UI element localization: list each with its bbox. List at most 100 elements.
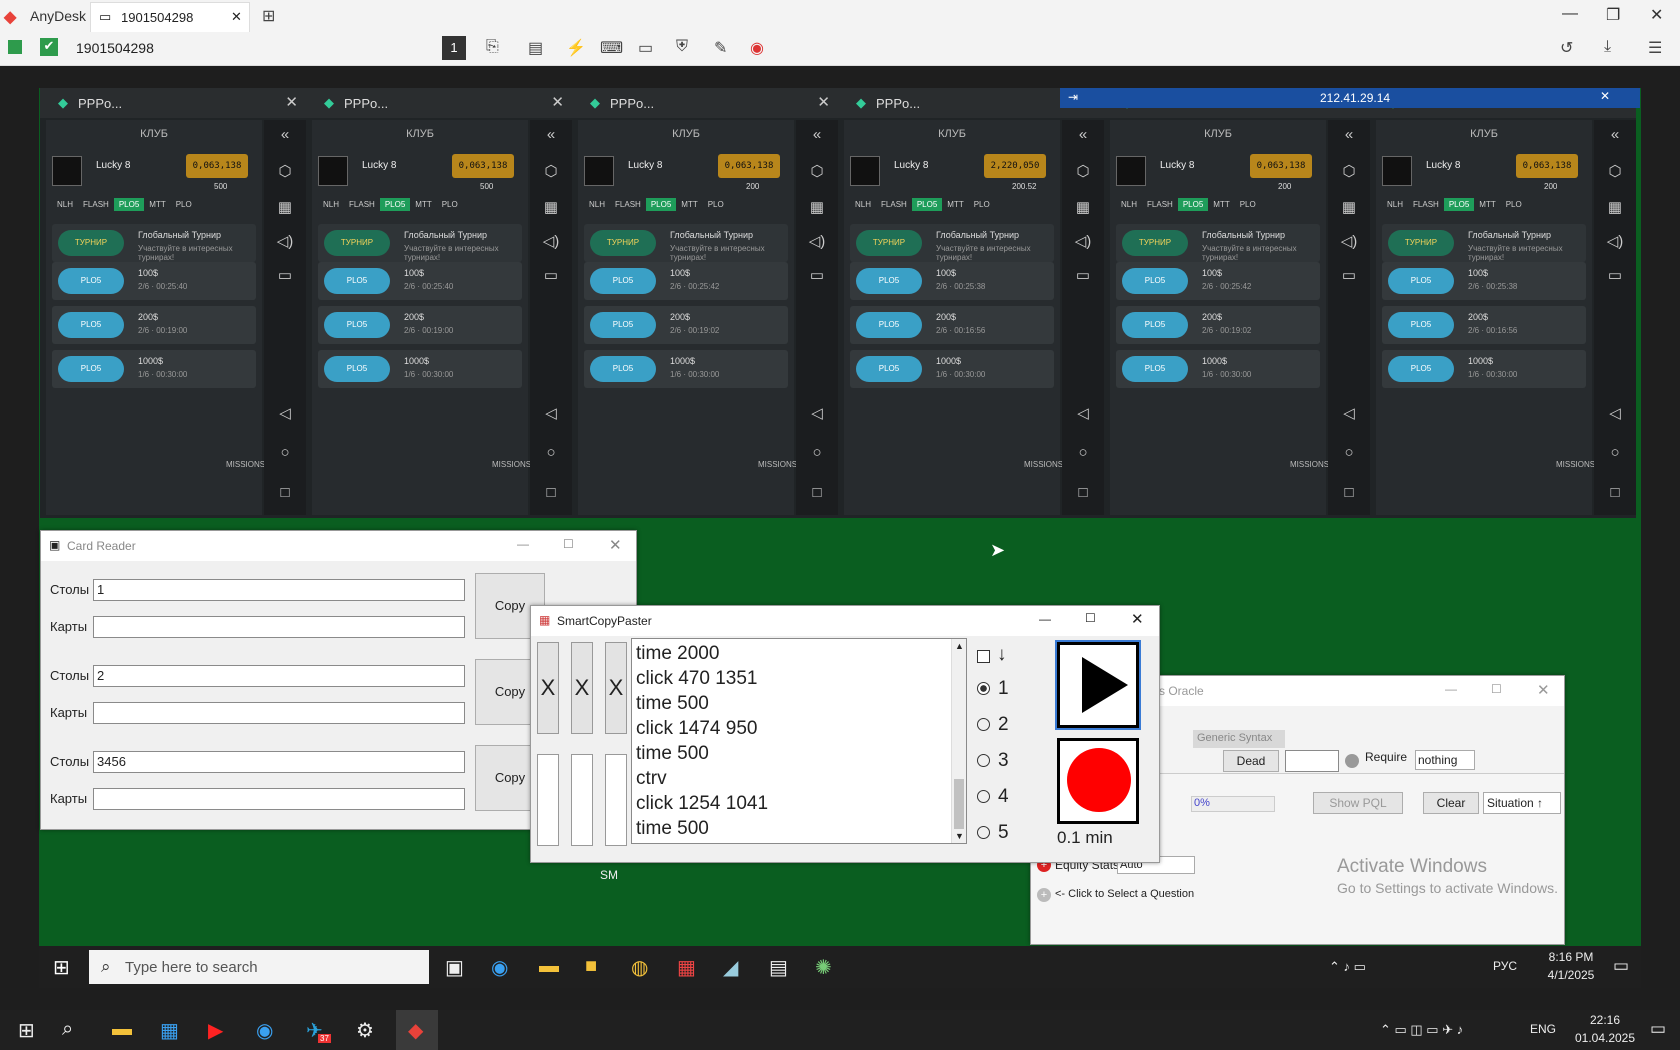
windows-start-icon[interactable]: ⊞ (18, 1018, 35, 1043)
x-button-1[interactable]: X (537, 642, 559, 734)
display-badge[interactable]: 1 (442, 36, 466, 60)
settings-icon[interactable]: ⚙ (356, 1018, 374, 1043)
phone-tab[interactable]: PLO (437, 198, 463, 211)
close-icon[interactable]: ✕ (609, 536, 622, 554)
game-card[interactable]: PLO5 100$ 2/6 · 00:25:42 (1116, 262, 1320, 300)
missions-icon[interactable]: MISSIONS (226, 460, 265, 486)
menu-icon[interactable]: ☰ (1648, 38, 1662, 58)
checkbox[interactable] (977, 650, 990, 663)
game-card[interactable]: PLO5 200$ 2/6 · 00:19:00 (318, 306, 522, 344)
phone-tab[interactable]: FLASH (1408, 198, 1444, 211)
keyboard-icon[interactable]: ▦ (264, 198, 306, 216)
phone-tab[interactable]: PLO5 (645, 198, 677, 211)
volume-icon[interactable]: ◁) (1062, 232, 1104, 250)
game-card[interactable]: PLO5 200$ 2/6 · 00:19:02 (1116, 306, 1320, 344)
tournament-card[interactable]: ТУРНИР ГЛОБАЛЬНЫЙ Глобальный Турнир Учас… (850, 224, 1054, 273)
close-icon[interactable]: ✕ (817, 93, 830, 111)
tables-input[interactable]: 3456 (93, 751, 465, 773)
game-card[interactable]: PLO5 100$ 2/6 · 00:25:40 (318, 262, 522, 300)
phone-tab[interactable]: FLASH (344, 198, 380, 211)
missions-icon[interactable]: MISSIONS (492, 460, 531, 486)
phone-tab[interactable]: PLO5 (911, 198, 943, 211)
game-card[interactable]: PLO5 200$ 2/6 · 00:16:56 (850, 306, 1054, 344)
close-icon[interactable]: ✕ (1650, 5, 1663, 25)
phone-tab[interactable]: PLO5 (1443, 198, 1475, 211)
phone-tab[interactable]: MTT (1474, 198, 1500, 211)
phone-tab[interactable]: NLH (584, 198, 610, 211)
notification-icon[interactable]: ▭ (1613, 956, 1629, 976)
more-icon[interactable]: ▭ (1062, 266, 1104, 284)
close-tab-icon[interactable]: ✕ (231, 9, 242, 25)
phone-tab[interactable]: NLH (1382, 198, 1408, 211)
x-button-2[interactable]: X (571, 642, 593, 734)
app-icon-4[interactable]: ◢ (723, 955, 738, 980)
tournament-card[interactable]: ТУРНИР ГЛОБАЛЬНЫЙ Глобальный Турнир Учас… (318, 224, 522, 273)
scroll-up-icon[interactable]: ▲ (955, 641, 964, 651)
missions-icon[interactable]: MISSIONS (1024, 460, 1063, 486)
tournament-card[interactable]: ТУРНИР ГЛОБАЛЬНЫЙ Глобальный Турнир Учас… (1382, 224, 1586, 273)
tournament-card[interactable]: ТУРНИР ГЛОБАЛЬНЫЙ Глобальный Турнир Учас… (584, 224, 788, 273)
collapse-icon[interactable]: « (1328, 126, 1370, 143)
radio-option[interactable]: 3 (977, 750, 1009, 772)
home-icon[interactable]: ○ (796, 444, 838, 461)
recents-icon[interactable]: □ (530, 484, 572, 501)
phone-tab[interactable]: FLASH (1142, 198, 1178, 211)
x-button-3[interactable]: X (605, 642, 627, 734)
game-card[interactable]: PLO5 1000$ 1/6 · 00:30:00 (52, 350, 256, 388)
phone-tab[interactable]: PLO5 (379, 198, 411, 211)
more-icon[interactable]: ▭ (1594, 266, 1636, 284)
dead-input[interactable] (1285, 750, 1339, 772)
close-icon[interactable]: ✕ (1537, 681, 1550, 699)
phone-tab[interactable]: PLO (1235, 198, 1261, 211)
collapse-icon[interactable]: « (1594, 126, 1636, 143)
phone-tab[interactable]: PLO (171, 198, 197, 211)
tables-input[interactable]: 2 (93, 665, 465, 687)
permissions-icon[interactable]: ⛨ (676, 38, 688, 56)
back-icon[interactable]: ◁ (264, 404, 306, 422)
back-icon[interactable]: ◁ (1328, 404, 1370, 422)
slot-3[interactable] (605, 754, 627, 846)
keyboard-icon[interactable]: ▦ (796, 198, 838, 216)
radio-option[interactable]: 2 (977, 714, 1009, 736)
game-card[interactable]: PLO5 100$ 2/6 · 00:25:42 (584, 262, 788, 300)
close-icon[interactable]: ✕ (285, 93, 298, 111)
back-icon[interactable]: ◁ (1062, 404, 1104, 422)
hex-icon[interactable]: ⬡ (530, 162, 572, 180)
app-icon-1[interactable]: ■ (585, 955, 597, 978)
recents-icon[interactable]: □ (1328, 484, 1370, 501)
phone-tab[interactable]: PLO5 (1177, 198, 1209, 211)
display-icon[interactable]: ▭ (638, 38, 653, 58)
close-icon[interactable]: ✕ (551, 93, 564, 111)
chat-icon[interactable]: ▤ (528, 38, 543, 58)
more-icon[interactable]: ▭ (1328, 266, 1370, 284)
maximize-icon[interactable]: ☐ (563, 537, 574, 551)
record-button[interactable] (1057, 738, 1139, 824)
search-icon[interactable]: ⌕ (62, 1018, 73, 1041)
back-icon[interactable]: ◁ (530, 404, 572, 422)
phone-tab[interactable]: NLH (318, 198, 344, 211)
phone-tab[interactable]: PLO (1501, 198, 1527, 211)
script-editor[interactable]: time 2000 click 470 1351 time 500 click 147… (631, 638, 967, 844)
download-icon[interactable]: ⤓ (1604, 38, 1611, 56)
tray-icons[interactable]: ⌃ ♪ ▭ (1329, 959, 1366, 975)
close-icon[interactable]: ✕ (1131, 610, 1144, 628)
game-card[interactable]: PLO5 1000$ 1/6 · 00:30:00 (1116, 350, 1320, 388)
file-transfer-icon[interactable]: ⎘ (486, 38, 499, 56)
keyboard-icon[interactable]: ▦ (1328, 198, 1370, 216)
folder-icon[interactable]: ▬ (112, 1018, 132, 1041)
radio-option[interactable]: 4 (977, 786, 1009, 808)
edge-icon[interactable]: ◉ (256, 1018, 273, 1043)
phone-tab[interactable]: MTT (410, 198, 436, 211)
collapse-icon[interactable]: « (796, 126, 838, 143)
recents-icon[interactable]: □ (1594, 484, 1636, 501)
tables-input[interactable]: 1 (93, 579, 465, 601)
hex-icon[interactable]: ⬡ (264, 162, 306, 180)
recents-icon[interactable]: □ (264, 484, 306, 501)
restore-icon[interactable]: ❐ (1606, 5, 1620, 25)
volume-icon[interactable]: ◁) (264, 232, 306, 250)
maximize-icon[interactable]: ☐ (1491, 682, 1502, 696)
more-icon[interactable]: ▭ (530, 266, 572, 284)
phone-tab[interactable]: MTT (942, 198, 968, 211)
tray-icons[interactable]: ⌃ ▭ ◫ ▭ ✈ ♪ (1380, 1022, 1463, 1038)
scroll-down-icon[interactable]: ▼ (955, 831, 964, 841)
